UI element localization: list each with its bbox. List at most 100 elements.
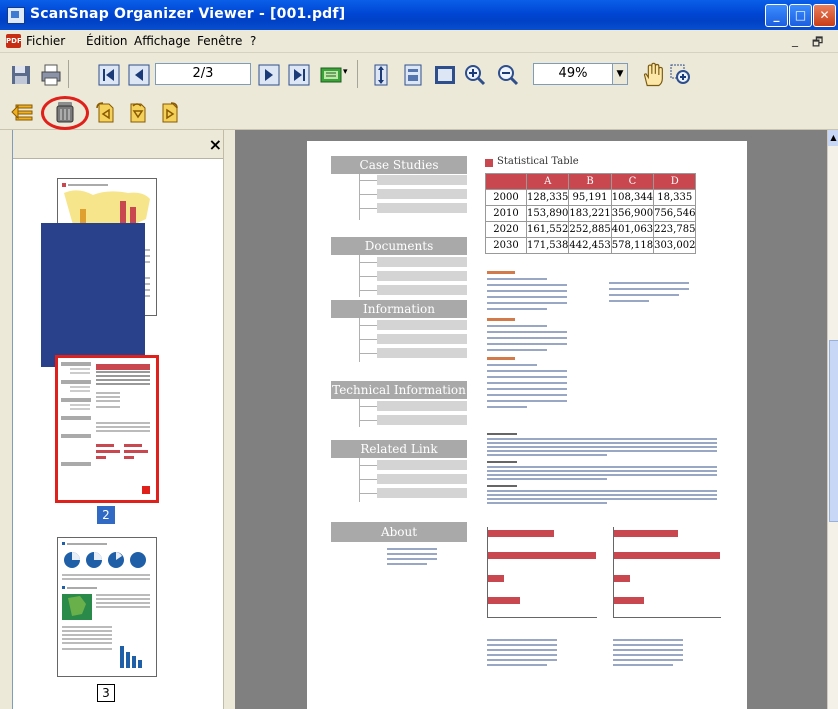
zoom-dropdown-icon[interactable]: ▼ bbox=[612, 63, 628, 85]
back-arrow-icon[interactable] bbox=[10, 99, 36, 125]
text-line bbox=[613, 654, 683, 656]
maximize-button[interactable]: □ bbox=[789, 4, 812, 27]
window-title: ScanSnap Organizer Viewer - [001.pdf] bbox=[30, 6, 346, 22]
nav-information: Information bbox=[331, 300, 467, 318]
nav-connector bbox=[359, 465, 377, 466]
nav-connector bbox=[359, 276, 377, 277]
scrollbar-thumb[interactable] bbox=[829, 340, 838, 522]
table-row: 2020 161,552 252,885 401,063 223,785 bbox=[485, 221, 697, 238]
page-2-preview-icon bbox=[61, 362, 150, 494]
date-heading bbox=[487, 318, 515, 321]
previous-page-icon[interactable] bbox=[126, 62, 152, 88]
text-line bbox=[487, 438, 717, 440]
thumbnail-label-3[interactable]: 3 bbox=[97, 684, 115, 702]
minimize-button[interactable]: _ bbox=[765, 4, 788, 27]
fit-page-icon[interactable] bbox=[400, 62, 426, 88]
menu-help[interactable]: ? bbox=[250, 34, 256, 48]
zoom-area-icon[interactable] bbox=[668, 62, 694, 88]
separator bbox=[357, 60, 358, 88]
fit-width-icon[interactable] bbox=[432, 62, 458, 88]
text-line bbox=[387, 563, 427, 565]
print-icon[interactable] bbox=[38, 62, 64, 88]
table-cell: 303,002 bbox=[653, 237, 697, 254]
zoom-level-input[interactable]: 49% bbox=[533, 63, 613, 85]
nav-connector bbox=[359, 208, 377, 209]
hand-tool-icon[interactable] bbox=[638, 60, 668, 90]
text-line bbox=[487, 349, 547, 351]
nav-sub-item bbox=[377, 474, 467, 484]
separator bbox=[68, 60, 69, 88]
table-cell: 153,890 bbox=[525, 205, 570, 222]
mdi-restore-button[interactable]: 🗗 bbox=[812, 33, 823, 54]
zoom-in-icon[interactable] bbox=[462, 62, 488, 88]
table-cell: 756,546 bbox=[653, 205, 697, 222]
table-header: B bbox=[568, 173, 612, 190]
menu-edit[interactable]: Édition bbox=[86, 34, 128, 48]
table-cell: 223,785 bbox=[653, 221, 697, 238]
text-line bbox=[613, 649, 683, 651]
last-page-icon[interactable] bbox=[286, 62, 312, 88]
nav-about: About bbox=[331, 522, 467, 542]
text-line bbox=[387, 558, 437, 560]
rotate-right-icon[interactable] bbox=[156, 99, 182, 125]
page-layout-icon[interactable] bbox=[318, 62, 344, 88]
text-line bbox=[487, 325, 547, 327]
scroll-up-icon[interactable]: ▲ bbox=[828, 130, 838, 146]
text-line bbox=[487, 450, 717, 452]
table-cell: 578,118 bbox=[610, 237, 655, 254]
text-line bbox=[487, 502, 607, 504]
text-line bbox=[487, 494, 717, 496]
nav-sub-item bbox=[377, 203, 467, 213]
rotate-180-icon[interactable] bbox=[124, 99, 150, 125]
close-panel-button[interactable]: × bbox=[209, 135, 222, 154]
text-line bbox=[487, 485, 517, 487]
nav-sub-item bbox=[377, 271, 467, 281]
table-cell: 2000 bbox=[485, 189, 527, 206]
zoom-out-icon[interactable] bbox=[495, 62, 521, 88]
nav-connector bbox=[359, 194, 377, 195]
text-line bbox=[487, 400, 567, 402]
table-cell: 108,344 bbox=[610, 189, 655, 206]
table-cell: 401,063 bbox=[610, 221, 655, 238]
table-cell: 183,221 bbox=[568, 205, 612, 222]
text-line bbox=[487, 654, 557, 656]
text-line bbox=[487, 284, 567, 286]
page-3-preview-icon bbox=[62, 542, 150, 668]
text-line bbox=[387, 553, 437, 555]
mdi-minimize-button[interactable]: _ bbox=[792, 33, 798, 47]
text-line bbox=[487, 394, 567, 396]
text-line bbox=[487, 498, 717, 500]
text-line bbox=[487, 370, 567, 372]
menu-view[interactable]: Affichage bbox=[134, 34, 190, 48]
rotate-left-icon[interactable] bbox=[92, 99, 118, 125]
first-page-icon[interactable] bbox=[96, 62, 122, 88]
menu-window[interactable]: Fenêtre bbox=[197, 34, 242, 48]
nav-sub-item bbox=[377, 348, 467, 358]
close-button[interactable]: ✕ bbox=[813, 4, 836, 27]
nav-sub-item bbox=[377, 415, 467, 425]
text-line bbox=[487, 454, 607, 456]
title-bar: ScanSnap Organizer Viewer - [001.pdf] _ … bbox=[0, 0, 838, 30]
page-layout-dropdown-icon[interactable]: ▾ bbox=[342, 66, 354, 92]
save-icon[interactable] bbox=[8, 62, 34, 88]
nav-technical-information: Technical Information bbox=[331, 381, 467, 399]
chart-bar bbox=[488, 552, 596, 559]
menu-file[interactable]: Fichier bbox=[26, 34, 65, 48]
date-heading bbox=[487, 357, 515, 360]
page-thumbnail-3[interactable] bbox=[57, 537, 157, 677]
nav-documents: Documents bbox=[331, 237, 467, 255]
pdf-icon: PDF bbox=[6, 34, 22, 48]
chart-bar bbox=[488, 597, 520, 604]
nav-connector bbox=[359, 339, 377, 340]
next-page-icon[interactable] bbox=[256, 62, 282, 88]
text-line bbox=[609, 294, 679, 296]
app-icon bbox=[7, 7, 25, 24]
vertical-scrollbar[interactable]: ▲ bbox=[827, 130, 838, 709]
text-line bbox=[487, 388, 567, 390]
table-cell: 95,191 bbox=[568, 189, 612, 206]
page-thumbnail-2[interactable] bbox=[55, 355, 159, 503]
thumbnail-label-2[interactable]: 2 bbox=[97, 506, 115, 524]
text-line bbox=[487, 337, 567, 339]
page-number-input[interactable]: 2/3 bbox=[155, 63, 251, 85]
fit-height-icon[interactable] bbox=[368, 62, 394, 88]
